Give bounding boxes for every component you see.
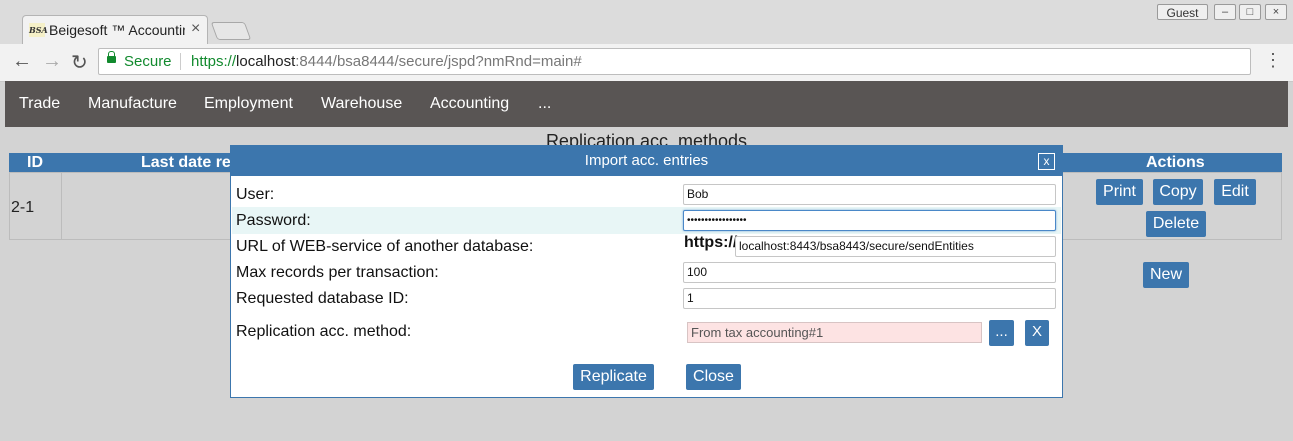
nav-manufacture[interactable]: Manufacture [88, 95, 177, 113]
guest-profile-button[interactable]: Guest [1157, 4, 1208, 20]
close-button[interactable]: Close [686, 364, 741, 390]
lock-icon [107, 51, 116, 63]
pick-method-button[interactable]: ... [989, 320, 1014, 346]
dialog-title: Import acc. entries [584, 152, 709, 169]
url-label: URL of WEB-service of another database: [236, 238, 534, 255]
address-separator [180, 53, 181, 70]
row-id: 2-1 [11, 199, 35, 216]
url-prefix: https:// [684, 234, 738, 251]
browser-toolbar: ← → ↻ Secure https://localhost:8444/bsa8… [0, 44, 1293, 82]
maximize-icon[interactable]: □ [1239, 4, 1261, 20]
dialog-header: Import acc. entries x [231, 146, 1062, 176]
db-id-label: Requested database ID: [236, 290, 409, 307]
browser-menu-icon[interactable]: ⋮ [1264, 50, 1282, 71]
clear-method-button[interactable]: X [1025, 320, 1049, 346]
reload-icon[interactable]: ↻ [71, 50, 88, 75]
tab-title: Beigesoft ™ Accounting [49, 22, 185, 38]
favicon-icon: BSA [29, 23, 48, 37]
max-records-input[interactable]: 100 [683, 262, 1056, 283]
back-arrow-icon[interactable]: ← [12, 50, 32, 73]
url-scheme: https:// [191, 53, 237, 70]
nav-trade[interactable]: Trade [19, 95, 60, 113]
password-label: Password: [236, 212, 311, 229]
column-id: ID [27, 154, 43, 171]
dialog-close-button[interactable]: x [1038, 153, 1055, 170]
delete-button[interactable]: Delete [1146, 211, 1206, 237]
main-navbar: Trade Manufacture Employment Warehouse A… [5, 81, 1288, 127]
method-readonly-input: From tax accounting#1 [687, 322, 982, 343]
column-last-date: Last date re [141, 154, 231, 171]
db-id-input[interactable]: 1 [683, 288, 1056, 309]
password-input[interactable]: ••••••••••••••••• [683, 210, 1056, 231]
url-input[interactable]: localhost:8443/bsa8443/secure/sendEntiti… [735, 236, 1056, 257]
address-bar[interactable]: Secure https://localhost:8444/bsa8444/se… [98, 48, 1251, 75]
new-tab-button[interactable] [210, 22, 252, 40]
new-button[interactable]: New [1143, 262, 1189, 288]
print-button[interactable]: Print [1096, 179, 1143, 205]
user-label: User: [236, 186, 275, 203]
url-text: https://localhost:8444/bsa8444/secure/js… [191, 53, 582, 70]
secure-label: Secure [124, 53, 172, 70]
column-actions: Actions [1146, 154, 1205, 171]
tab-close-icon[interactable]: × [191, 20, 200, 38]
edit-button[interactable]: Edit [1214, 179, 1256, 205]
method-label: Replication acc. method: [236, 323, 412, 340]
minimize-icon[interactable]: – [1214, 4, 1236, 20]
url-host: localhost [236, 53, 296, 70]
window-close-icon[interactable]: × [1265, 4, 1287, 20]
nav-warehouse[interactable]: Warehouse [321, 95, 402, 113]
copy-button[interactable]: Copy [1153, 179, 1203, 205]
url-path: :8444/bsa8444/secure/jspd?nmRnd=main# [295, 53, 582, 70]
max-records-label: Max records per transaction: [236, 264, 439, 281]
browser-title-bar: BSA Beigesoft ™ Accounting × Guest – □ × [0, 0, 1293, 44]
cell-divider [61, 173, 62, 239]
replicate-button[interactable]: Replicate [573, 364, 654, 390]
user-input[interactable]: Bob [683, 184, 1056, 205]
import-entries-dialog: Import acc. entries x User: Bob Password… [230, 145, 1063, 398]
nav-more[interactable]: ... [538, 95, 551, 113]
browser-tab[interactable]: BSA Beigesoft ™ Accounting × [22, 15, 208, 44]
forward-arrow-icon[interactable]: → [42, 50, 62, 73]
nav-accounting[interactable]: Accounting [430, 95, 509, 113]
nav-employment[interactable]: Employment [204, 95, 293, 113]
